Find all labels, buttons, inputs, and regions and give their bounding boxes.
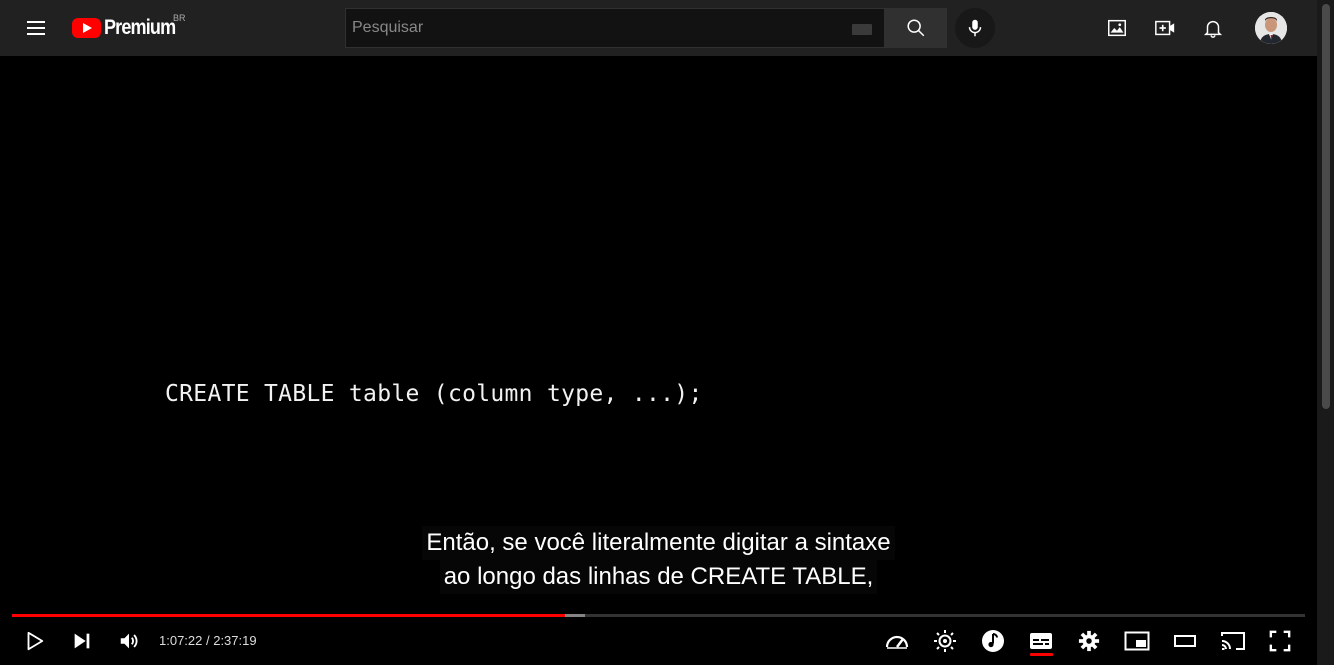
time-display: 1:07:22 / 2:37:19 [159, 633, 257, 648]
gear-icon [1078, 630, 1100, 652]
music-note-icon [982, 630, 1004, 652]
microphone-icon [968, 19, 982, 37]
skip-next-icon [74, 633, 90, 649]
speedometer-icon [885, 635, 909, 649]
closed-captions-icon [1030, 633, 1052, 649]
scrollbar-thumb[interactable] [1322, 4, 1330, 409]
subtitles-button[interactable] [1023, 626, 1059, 656]
youtube-premium-logo[interactable]: Premium BR [72, 13, 187, 42]
search-button[interactable] [884, 8, 947, 48]
country-code: BR [173, 13, 186, 23]
progress-bar[interactable] [12, 614, 1305, 617]
video-player[interactable]: CREATE TABLE table (column type, ...); E… [0, 56, 1317, 665]
video-code-text: CREATE TABLE table (column type, ...); [165, 381, 703, 407]
masthead: Premium BR [0, 0, 1317, 56]
miniplayer-icon [1124, 631, 1150, 651]
captions-active-indicator [1030, 653, 1053, 656]
user-avatar-icon [1255, 12, 1287, 44]
search-input[interactable] [346, 9, 884, 47]
page-scrollbar[interactable] [1317, 0, 1334, 665]
miniplayer-button[interactable] [1119, 626, 1155, 656]
cast-icon [1221, 632, 1245, 650]
image-icon[interactable] [1105, 16, 1129, 40]
menu-icon[interactable] [24, 16, 48, 40]
playback-speed-button[interactable] [879, 626, 915, 656]
sun-gear-icon [934, 630, 956, 652]
youtube-play-logo-icon [72, 18, 101, 38]
logo-text: Premium [104, 16, 176, 39]
progress-played [12, 614, 566, 617]
caption-line: ao longo das linhas de CREATE TABLE, [439, 560, 878, 594]
keyboard-icon[interactable] [852, 24, 872, 35]
search-bar [345, 8, 947, 48]
theater-mode-icon [1174, 635, 1196, 647]
create-video-icon[interactable] [1153, 16, 1177, 40]
notifications-bell-icon[interactable] [1201, 16, 1225, 40]
captions-window: Então, se você literalmente digitar a si… [0, 526, 1317, 594]
cast-button[interactable] [1215, 626, 1251, 656]
music-note-button[interactable] [975, 626, 1011, 656]
ambient-mode-button[interactable] [927, 626, 963, 656]
voice-search-button[interactable] [955, 8, 995, 48]
fullscreen-button[interactable] [1262, 626, 1298, 656]
volume-icon [120, 633, 138, 649]
caption-line: Então, se você literalmente digitar a si… [422, 526, 895, 560]
play-button[interactable] [16, 626, 52, 656]
search-box [345, 8, 884, 48]
play-icon [27, 631, 44, 651]
theater-mode-button[interactable] [1167, 626, 1203, 656]
mute-button[interactable] [111, 626, 147, 656]
search-icon [906, 19, 924, 37]
settings-button[interactable] [1071, 626, 1107, 656]
fullscreen-icon [1269, 630, 1291, 652]
avatar[interactable] [1255, 12, 1287, 44]
next-button[interactable] [64, 626, 100, 656]
